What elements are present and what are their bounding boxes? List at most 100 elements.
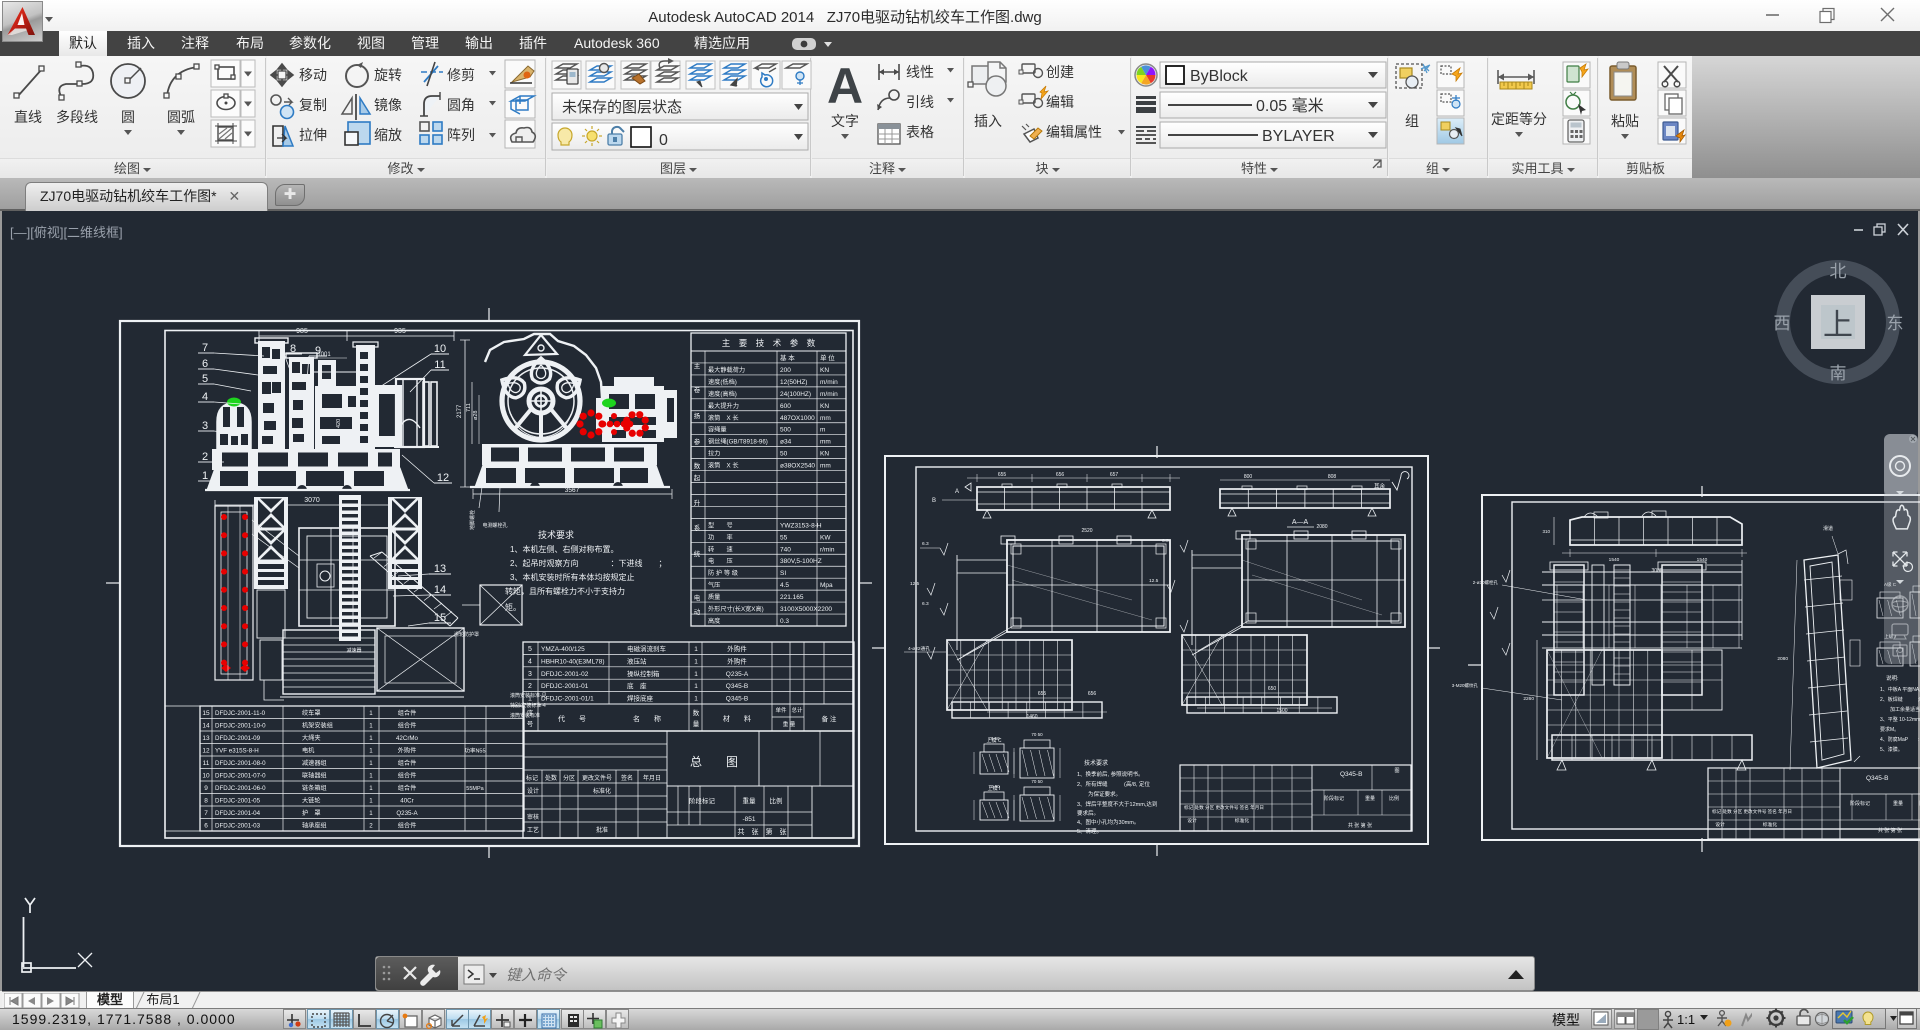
svg-text:DFDJC-2001-01: DFDJC-2001-01: [541, 683, 589, 690]
svg-text:0.3: 0.3: [780, 618, 789, 625]
svg-text:r/min: r/min: [820, 546, 835, 553]
svg-text:上: 上: [1823, 309, 1853, 342]
svg-text:6.3: 6.3: [922, 541, 929, 547]
svg-text:1、换季前后, 参照说明书。: 1、换季前后, 参照说明书。: [1077, 770, 1144, 778]
svg-text:487OX1000: 487OX1000: [780, 415, 815, 422]
svg-text:复制: 复制: [299, 97, 327, 113]
svg-text:656: 656: [1056, 472, 1065, 478]
svg-text:液压站: 液压站: [627, 656, 647, 665]
svg-text:标准化: 标准化: [1763, 821, 1778, 828]
svg-text:1: 1: [369, 735, 373, 742]
svg-text:外购件: 外购件: [727, 644, 747, 653]
svg-text:0.05 毫米: 0.05 毫米: [1256, 96, 1324, 115]
svg-text:m/min: m/min: [820, 379, 838, 386]
svg-text:圆角: 圆角: [447, 97, 475, 113]
svg-text:地脚螺栓: 地脚螺栓: [469, 510, 476, 530]
svg-text:矩。: 矩。: [505, 602, 521, 612]
svg-text:1: 1: [369, 760, 373, 767]
svg-text:处数: 处数: [545, 774, 557, 782]
svg-text:15: 15: [202, 710, 210, 717]
svg-text:加工余量适当。: 加工余量适当。: [1880, 706, 1920, 713]
svg-text:1: 1: [694, 658, 698, 665]
svg-text:DFDJC-2001-08-0: DFDJC-2001-08-0: [215, 760, 266, 767]
svg-text:外形尺寸(长X宽X高): 外形尺寸(长X宽X高): [708, 605, 764, 613]
svg-text:护 罩: 护 罩: [302, 809, 321, 817]
svg-text:圆弧: 圆弧: [167, 109, 195, 125]
svg-text:-851: -851: [742, 816, 755, 823]
svg-text:绞车罩: 绞车罩: [302, 709, 321, 717]
svg-text:KN: KN: [820, 403, 829, 410]
svg-text:统: 统: [694, 549, 701, 558]
svg-text:转 速: 转 速: [708, 545, 733, 553]
svg-text:1: 1: [694, 683, 698, 690]
svg-text:Q345-B: Q345-B: [726, 683, 748, 690]
svg-text:YMZA-400/125: YMZA-400/125: [541, 646, 585, 653]
svg-text:气压: 气压: [708, 581, 720, 589]
svg-text:北: 北: [1830, 262, 1847, 281]
svg-text:未保存的图层状态: 未保存的图层状态: [562, 99, 682, 116]
svg-text:标准化: 标准化: [1235, 817, 1250, 824]
svg-text:镜像: 镜像: [374, 97, 402, 113]
svg-text:10: 10: [202, 773, 210, 780]
svg-text:1: 1: [528, 696, 532, 703]
svg-text:3: 3: [528, 671, 532, 678]
svg-text:ø34: ø34: [780, 439, 792, 446]
svg-text:审核: 审核: [527, 813, 539, 821]
svg-text:4、图中小孔均为30mm。: 4、图中小孔均为30mm。: [1077, 818, 1139, 826]
svg-text:2080: 2080: [1777, 656, 1788, 662]
svg-text:滚筒安装标准: 滚筒安装标准: [510, 712, 540, 719]
svg-text:轴承座组: 轴承座组: [302, 822, 327, 830]
svg-text:焊接底座: 焊接底座: [627, 694, 654, 703]
svg-text:移动: 移动: [299, 67, 327, 83]
svg-text:655: 655: [998, 472, 1007, 478]
svg-text:3: 3: [202, 420, 208, 432]
svg-text:阵列: 阵列: [447, 127, 475, 143]
svg-text:要求M。: 要求M。: [1880, 726, 1899, 733]
svg-text:0: 0: [659, 132, 668, 149]
svg-text:1: 1: [369, 798, 373, 805]
svg-text:1: 1: [694, 671, 698, 678]
svg-text:上模 I: 上模 I: [988, 785, 1001, 792]
svg-text:3567: 3567: [565, 487, 580, 494]
svg-text:70 50: 70 50: [1031, 779, 1043, 784]
svg-text:要求后。: 要求后。: [1077, 809, 1099, 817]
svg-text:DFDJC-2001-02: DFDJC-2001-02: [541, 671, 589, 678]
svg-text:系: 系: [694, 523, 701, 532]
svg-text:12: 12: [437, 472, 449, 484]
svg-text:旋转: 旋转: [374, 67, 402, 83]
svg-text:最大静载荷力: 最大静载荷力: [708, 366, 745, 374]
svg-text:大绳夹: 大绳夹: [302, 734, 321, 742]
svg-text:1: 1: [369, 810, 373, 817]
svg-text:1、本机左侧、右侧对称布置。: 1、本机左侧、右侧对称布置。: [510, 544, 618, 554]
svg-text:600: 600: [780, 403, 791, 410]
svg-text:电机: 电机: [302, 747, 315, 755]
svg-text:24(100HZ): 24(100HZ): [780, 391, 811, 398]
svg-text:200: 200: [780, 367, 791, 374]
svg-text:ByBlock: ByBlock: [1190, 68, 1249, 85]
svg-text:减速器组: 减速器组: [302, 759, 327, 767]
svg-text:南: 南: [1830, 364, 1847, 383]
svg-text:11: 11: [203, 760, 210, 767]
svg-text:DFDJC-2001-11-0: DFDJC-2001-11-0: [215, 710, 266, 717]
svg-text:大链轮: 大链轮: [302, 797, 321, 805]
svg-text:4、防腐MaP :: 4、防腐MaP :: [1880, 736, 1919, 743]
svg-text:扬: 扬: [694, 411, 701, 420]
svg-text:3-M20螺纹孔: 3-M20螺纹孔: [1452, 682, 1479, 689]
svg-text:上模 C: 上模 C: [986, 737, 1001, 744]
svg-text:KN: KN: [820, 451, 829, 458]
svg-text:比例: 比例: [1389, 795, 1399, 802]
svg-text:电测螺栓孔: 电测螺栓孔: [482, 522, 507, 529]
svg-text:DFDJC-2001-05: DFDJC-2001-05: [215, 798, 261, 805]
svg-text:1: 1: [202, 470, 208, 482]
svg-text:Q345-B: Q345-B: [1866, 775, 1888, 782]
svg-text:设计: 设计: [1187, 817, 1197, 824]
svg-text:KW: KW: [820, 534, 831, 541]
svg-text:电磁涡流刹车: 电磁涡流刹车: [627, 644, 667, 653]
svg-text:Mpa: Mpa: [820, 582, 833, 589]
svg-text:1: 1: [369, 710, 373, 717]
svg-text:转矩，且所有螺栓力不小于支持力: 转矩，且所有螺栓力不小于支持力: [505, 586, 625, 596]
svg-text:656: 656: [1088, 691, 1097, 697]
svg-text:2、所有焊缝 (高/8, 定位: 2、所有焊缝 (高/8, 定位: [1077, 780, 1151, 788]
svg-text:直线: 直线: [14, 109, 42, 125]
svg-text:粘贴: 粘贴: [1611, 113, 1639, 129]
